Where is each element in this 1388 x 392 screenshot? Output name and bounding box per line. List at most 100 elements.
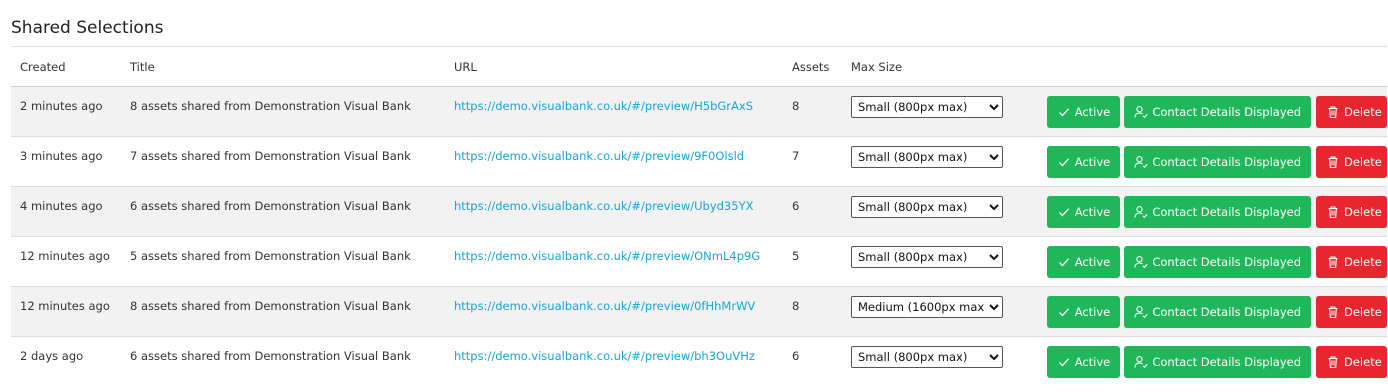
active-button[interactable]: Active (1046, 346, 1120, 378)
header-created: Created (11, 46, 121, 87)
delete-button-label: Delete (1344, 255, 1382, 269)
header-actions (1025, 46, 1387, 87)
contact-details-button[interactable]: Contact Details Displayed (1124, 196, 1312, 228)
check-icon (1057, 355, 1071, 369)
user-check-icon (1134, 205, 1148, 219)
max-size-cell: Medium (1600px max) (842, 287, 1025, 337)
active-button-label: Active (1074, 355, 1111, 369)
table-row: 3 minutes ago 7 assets shared from Demon… (11, 136, 1387, 187)
title-cell: 6 assets shared from Demonstration Visua… (130, 199, 411, 213)
assets-cell: 6 (792, 349, 800, 363)
actions-cell: Active Contact Details Displayed Delete (1025, 337, 1387, 387)
active-button-label: Active (1074, 255, 1111, 269)
title-cell: 8 assets shared from Demonstration Visua… (130, 99, 411, 113)
assets-cell: 5 (792, 249, 800, 263)
trash-icon (1326, 355, 1340, 369)
contact-details-button[interactable]: Contact Details Displayed (1124, 246, 1312, 278)
delete-button[interactable]: Delete (1316, 296, 1387, 328)
max-size-select[interactable]: Small (800px max) (851, 196, 1003, 218)
url-cell: https://demo.visualbank.co.uk/#/preview/… (445, 187, 783, 237)
table-row: 4 minutes ago 6 assets shared from Demon… (11, 186, 1387, 237)
active-button-label: Active (1074, 205, 1111, 219)
max-size-cell: Small (800px max) (842, 87, 1025, 137)
delete-button-label: Delete (1344, 305, 1382, 319)
delete-button-label: Delete (1344, 105, 1382, 119)
created-cell: 3 minutes ago (20, 149, 103, 163)
contact-details-label: Contact Details Displayed (1152, 255, 1302, 269)
table-header-row: Created Title URL Assets Max Size (11, 46, 1387, 87)
trash-icon (1326, 305, 1340, 319)
table-row: 2 days ago 6 assets shared from Demonstr… (11, 336, 1387, 387)
header-max-size: Max Size (842, 46, 1025, 87)
contact-details-label: Contact Details Displayed (1152, 105, 1302, 119)
trash-icon (1326, 205, 1340, 219)
preview-link[interactable]: https://demo.visualbank.co.uk/#/preview/… (454, 99, 753, 113)
user-check-icon (1134, 355, 1148, 369)
contact-details-button[interactable]: Contact Details Displayed (1124, 296, 1312, 328)
preview-link[interactable]: https://demo.visualbank.co.uk/#/preview/… (454, 349, 755, 363)
actions-cell: Active Contact Details Displayed Delete (1025, 187, 1387, 237)
active-button[interactable]: Active (1046, 196, 1120, 228)
active-button-label: Active (1074, 105, 1111, 119)
trash-icon (1326, 255, 1340, 269)
created-cell: 12 minutes ago (20, 299, 110, 313)
created-cell: 4 minutes ago (20, 199, 103, 213)
active-button-label: Active (1074, 305, 1111, 319)
title-cell: 6 assets shared from Demonstration Visua… (130, 349, 411, 363)
active-button-label: Active (1074, 155, 1111, 169)
created-cell: 2 days ago (20, 349, 84, 363)
actions-cell: Active Contact Details Displayed Delete (1025, 237, 1387, 287)
user-check-icon (1134, 105, 1148, 119)
header-title: Title (121, 46, 445, 87)
active-button[interactable]: Active (1046, 96, 1120, 128)
delete-button[interactable]: Delete (1316, 196, 1387, 228)
title-cell: 5 assets shared from Demonstration Visua… (130, 249, 411, 263)
header-url: URL (445, 46, 783, 87)
contact-details-label: Contact Details Displayed (1152, 155, 1302, 169)
max-size-select[interactable]: Small (800px max) (851, 96, 1003, 118)
check-icon (1057, 255, 1071, 269)
preview-link[interactable]: https://demo.visualbank.co.uk/#/preview/… (454, 149, 744, 163)
preview-link[interactable]: https://demo.visualbank.co.uk/#/preview/… (454, 249, 760, 263)
delete-button-label: Delete (1344, 205, 1382, 219)
contact-details-label: Contact Details Displayed (1152, 205, 1302, 219)
contact-details-button[interactable]: Contact Details Displayed (1124, 146, 1312, 178)
page-title: Shared Selections (11, 18, 164, 38)
preview-link[interactable]: https://demo.visualbank.co.uk/#/preview/… (454, 199, 753, 213)
contact-details-button[interactable]: Contact Details Displayed (1124, 96, 1312, 128)
delete-button[interactable]: Delete (1316, 346, 1387, 378)
max-size-cell: Small (800px max) (842, 237, 1025, 287)
actions-cell: Active Contact Details Displayed Delete (1025, 287, 1387, 337)
trash-icon (1326, 155, 1340, 169)
max-size-cell: Small (800px max) (842, 187, 1025, 237)
delete-button[interactable]: Delete (1316, 246, 1387, 278)
user-check-icon (1134, 155, 1148, 169)
url-cell: https://demo.visualbank.co.uk/#/preview/… (445, 87, 783, 137)
user-check-icon (1134, 305, 1148, 319)
max-size-select[interactable]: Small (800px max) (851, 146, 1003, 168)
url-cell: https://demo.visualbank.co.uk/#/preview/… (445, 287, 783, 337)
table-row: 12 minutes ago 5 assets shared from Demo… (11, 236, 1387, 287)
max-size-select[interactable]: Medium (1600px max) (851, 296, 1003, 318)
active-button[interactable]: Active (1046, 296, 1120, 328)
url-cell: https://demo.visualbank.co.uk/#/preview/… (445, 337, 783, 387)
delete-button-label: Delete (1344, 355, 1382, 369)
delete-button[interactable]: Delete (1316, 146, 1387, 178)
preview-link[interactable]: https://demo.visualbank.co.uk/#/preview/… (454, 299, 755, 313)
assets-cell: 8 (792, 99, 800, 113)
max-size-select[interactable]: Small (800px max) (851, 246, 1003, 268)
max-size-select[interactable]: Small (800px max) (851, 346, 1003, 368)
active-button[interactable]: Active (1046, 146, 1120, 178)
delete-button[interactable]: Delete (1316, 96, 1387, 128)
table-row: 12 minutes ago 8 assets shared from Demo… (11, 286, 1387, 337)
contact-details-button[interactable]: Contact Details Displayed (1124, 346, 1312, 378)
title-cell: 8 assets shared from Demonstration Visua… (130, 299, 411, 313)
created-cell: 12 minutes ago (20, 249, 110, 263)
contact-details-label: Contact Details Displayed (1152, 305, 1302, 319)
active-button[interactable]: Active (1046, 246, 1120, 278)
url-cell: https://demo.visualbank.co.uk/#/preview/… (445, 137, 783, 187)
check-icon (1057, 205, 1071, 219)
user-check-icon (1134, 255, 1148, 269)
assets-cell: 6 (792, 199, 800, 213)
shared-selections-panel: Shared Selections Created Title URL Asse… (11, 0, 1387, 387)
